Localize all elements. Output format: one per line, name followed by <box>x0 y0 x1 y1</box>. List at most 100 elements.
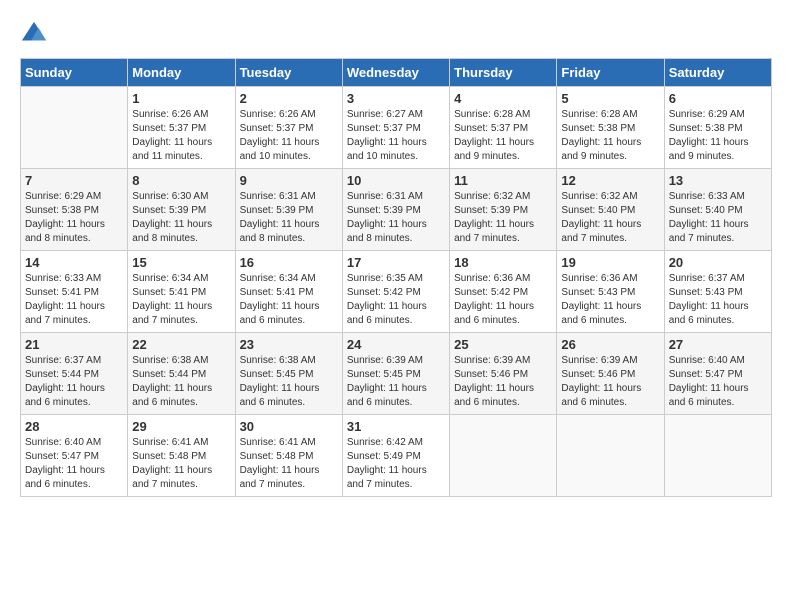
calendar-week-row: 28 Sunrise: 6:40 AM Sunset: 5:47 PM Dayli… <box>21 415 772 497</box>
day-number: 11 <box>454 173 552 188</box>
day-info: Sunrise: 6:39 AM Sunset: 5:46 PM Dayligh… <box>561 354 659 410</box>
day-number: 28 <box>25 419 123 434</box>
calendar-cell <box>664 415 771 497</box>
calendar-cell: 7 Sunrise: 6:29 AM Sunset: 5:38 PM Daylig… <box>21 169 128 251</box>
calendar-cell <box>450 415 557 497</box>
day-number: 21 <box>25 337 123 352</box>
day-info: Sunrise: 6:34 AM Sunset: 5:41 PM Dayligh… <box>132 272 230 328</box>
day-number: 16 <box>240 255 338 270</box>
calendar-cell: 23 Sunrise: 6:38 AM Sunset: 5:45 PM Dayli… <box>235 333 342 415</box>
day-header-monday: Monday <box>128 59 235 87</box>
logo <box>20 20 52 48</box>
calendar-cell: 12 Sunrise: 6:32 AM Sunset: 5:40 PM Dayli… <box>557 169 664 251</box>
day-number: 9 <box>240 173 338 188</box>
day-number: 24 <box>347 337 445 352</box>
calendar-week-row: 21 Sunrise: 6:37 AM Sunset: 5:44 PM Dayli… <box>21 333 772 415</box>
day-info: Sunrise: 6:41 AM Sunset: 5:48 PM Dayligh… <box>240 436 338 492</box>
day-number: 31 <box>347 419 445 434</box>
day-info: Sunrise: 6:33 AM Sunset: 5:41 PM Dayligh… <box>25 272 123 328</box>
day-info: Sunrise: 6:26 AM Sunset: 5:37 PM Dayligh… <box>132 108 230 164</box>
calendar-cell: 15Sunrise: 6:34 AM Sunset: 5:41 PM Dayli… <box>128 251 235 333</box>
day-info: Sunrise: 6:38 AM Sunset: 5:45 PM Dayligh… <box>240 354 338 410</box>
day-number: 12 <box>561 173 659 188</box>
calendar-cell: 5 Sunrise: 6:28 AM Sunset: 5:38 PM Daylig… <box>557 87 664 169</box>
calendar-header-row: SundayMondayTuesdayWednesdayThursdayFrid… <box>21 59 772 87</box>
calendar-week-row: 7 Sunrise: 6:29 AM Sunset: 5:38 PM Daylig… <box>21 169 772 251</box>
calendar-cell: 3 Sunrise: 6:27 AM Sunset: 5:37 PM Daylig… <box>342 87 449 169</box>
calendar-body: 1 Sunrise: 6:26 AM Sunset: 5:37 PM Daylig… <box>21 87 772 497</box>
day-info: Sunrise: 6:30 AM Sunset: 5:39 PM Dayligh… <box>132 190 230 246</box>
day-number: 13 <box>669 173 767 188</box>
day-number: 6 <box>669 91 767 106</box>
calendar-cell: 2Sunrise: 6:26 AM Sunset: 5:37 PM Daylig… <box>235 87 342 169</box>
calendar-cell: 29Sunrise: 6:41 AM Sunset: 5:48 PM Dayli… <box>128 415 235 497</box>
day-number: 23 <box>240 337 338 352</box>
calendar-cell: 11 Sunrise: 6:32 AM Sunset: 5:39 PM Dayli… <box>450 169 557 251</box>
calendar-cell: 18 Sunrise: 6:36 AM Sunset: 5:42 PM Dayli… <box>450 251 557 333</box>
day-info: Sunrise: 6:28 AM Sunset: 5:37 PM Dayligh… <box>454 108 552 164</box>
calendar-cell: 20Sunrise: 6:37 AM Sunset: 5:43 PM Dayli… <box>664 251 771 333</box>
day-number: 7 <box>25 173 123 188</box>
calendar-cell: 16 Sunrise: 6:34 AM Sunset: 5:41 PM Dayli… <box>235 251 342 333</box>
day-info: Sunrise: 6:31 AM Sunset: 5:39 PM Dayligh… <box>240 190 338 246</box>
calendar-cell: 25Sunrise: 6:39 AM Sunset: 5:46 PM Dayli… <box>450 333 557 415</box>
calendar-cell: 28 Sunrise: 6:40 AM Sunset: 5:47 PM Dayli… <box>21 415 128 497</box>
day-number: 20 <box>669 255 767 270</box>
day-header-tuesday: Tuesday <box>235 59 342 87</box>
calendar-cell: 31Sunrise: 6:42 AM Sunset: 5:49 PM Dayli… <box>342 415 449 497</box>
day-info: Sunrise: 6:32 AM Sunset: 5:39 PM Dayligh… <box>454 190 552 246</box>
day-number: 5 <box>561 91 659 106</box>
day-number: 26 <box>561 337 659 352</box>
calendar-week-row: 1 Sunrise: 6:26 AM Sunset: 5:37 PM Daylig… <box>21 87 772 169</box>
day-number: 27 <box>669 337 767 352</box>
day-info: Sunrise: 6:40 AM Sunset: 5:47 PM Dayligh… <box>669 354 767 410</box>
day-header-sunday: Sunday <box>21 59 128 87</box>
day-number: 3 <box>347 91 445 106</box>
day-number: 10 <box>347 173 445 188</box>
calendar-cell: 14 Sunrise: 6:33 AM Sunset: 5:41 PM Dayli… <box>21 251 128 333</box>
calendar-cell: 4 Sunrise: 6:28 AM Sunset: 5:37 PM Daylig… <box>450 87 557 169</box>
day-info: Sunrise: 6:36 AM Sunset: 5:43 PM Dayligh… <box>561 272 659 328</box>
calendar-cell: 22Sunrise: 6:38 AM Sunset: 5:44 PM Dayli… <box>128 333 235 415</box>
day-number: 18 <box>454 255 552 270</box>
day-info: Sunrise: 6:35 AM Sunset: 5:42 PM Dayligh… <box>347 272 445 328</box>
day-info: Sunrise: 6:29 AM Sunset: 5:38 PM Dayligh… <box>25 190 123 246</box>
calendar-table: SundayMondayTuesdayWednesdayThursdayFrid… <box>20 58 772 497</box>
calendar-cell: 1 Sunrise: 6:26 AM Sunset: 5:37 PM Daylig… <box>128 87 235 169</box>
day-info: Sunrise: 6:37 AM Sunset: 5:44 PM Dayligh… <box>25 354 123 410</box>
day-info: Sunrise: 6:26 AM Sunset: 5:37 PM Dayligh… <box>240 108 338 164</box>
calendar-cell <box>557 415 664 497</box>
day-info: Sunrise: 6:28 AM Sunset: 5:38 PM Dayligh… <box>561 108 659 164</box>
calendar-week-row: 14 Sunrise: 6:33 AM Sunset: 5:41 PM Dayli… <box>21 251 772 333</box>
calendar-cell: 13 Sunrise: 6:33 AM Sunset: 5:40 PM Dayli… <box>664 169 771 251</box>
day-number: 4 <box>454 91 552 106</box>
day-info: Sunrise: 6:29 AM Sunset: 5:38 PM Dayligh… <box>669 108 767 164</box>
day-info: Sunrise: 6:33 AM Sunset: 5:40 PM Dayligh… <box>669 190 767 246</box>
day-header-friday: Friday <box>557 59 664 87</box>
day-info: Sunrise: 6:38 AM Sunset: 5:44 PM Dayligh… <box>132 354 230 410</box>
day-header-thursday: Thursday <box>450 59 557 87</box>
day-info: Sunrise: 6:40 AM Sunset: 5:47 PM Dayligh… <box>25 436 123 492</box>
calendar-cell: 17 Sunrise: 6:35 AM Sunset: 5:42 PM Dayli… <box>342 251 449 333</box>
day-number: 8 <box>132 173 230 188</box>
calendar-cell: 26 Sunrise: 6:39 AM Sunset: 5:46 PM Dayli… <box>557 333 664 415</box>
calendar-cell: 21 Sunrise: 6:37 AM Sunset: 5:44 PM Dayli… <box>21 333 128 415</box>
calendar-cell: 6 Sunrise: 6:29 AM Sunset: 5:38 PM Daylig… <box>664 87 771 169</box>
day-number: 30 <box>240 419 338 434</box>
calendar-cell: 9 Sunrise: 6:31 AM Sunset: 5:39 PM Daylig… <box>235 169 342 251</box>
day-number: 29 <box>132 419 230 434</box>
day-number: 17 <box>347 255 445 270</box>
day-info: Sunrise: 6:36 AM Sunset: 5:42 PM Dayligh… <box>454 272 552 328</box>
calendar-cell: 24Sunrise: 6:39 AM Sunset: 5:45 PM Dayli… <box>342 333 449 415</box>
calendar-cell: 27 Sunrise: 6:40 AM Sunset: 5:47 PM Dayli… <box>664 333 771 415</box>
calendar-cell <box>21 87 128 169</box>
day-number: 25 <box>454 337 552 352</box>
day-info: Sunrise: 6:31 AM Sunset: 5:39 PM Dayligh… <box>347 190 445 246</box>
day-info: Sunrise: 6:27 AM Sunset: 5:37 PM Dayligh… <box>347 108 445 164</box>
day-info: Sunrise: 6:32 AM Sunset: 5:40 PM Dayligh… <box>561 190 659 246</box>
calendar-cell: 19Sunrise: 6:36 AM Sunset: 5:43 PM Dayli… <box>557 251 664 333</box>
day-number: 1 <box>132 91 230 106</box>
day-info: Sunrise: 6:34 AM Sunset: 5:41 PM Dayligh… <box>240 272 338 328</box>
logo-icon <box>20 20 48 48</box>
day-number: 14 <box>25 255 123 270</box>
